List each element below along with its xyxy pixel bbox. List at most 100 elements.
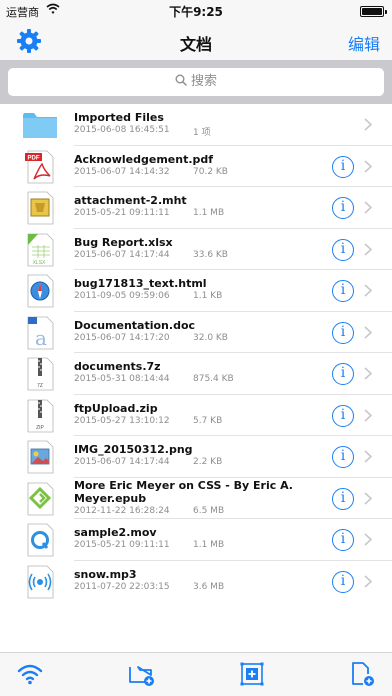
excel-file-icon: XLSX [27, 233, 54, 266]
image-file-icon [27, 440, 54, 474]
file-date: 2011-09-05 09:59:06 [74, 291, 170, 301]
search-bar: 搜索 [0, 60, 392, 104]
info-button[interactable]: i [332, 446, 354, 468]
edit-button[interactable]: 编辑 [348, 31, 380, 55]
svg-text:XLSX: XLSX [33, 260, 46, 266]
chevron-right-icon [364, 574, 372, 588]
list-item-eric-meyer-epub[interactable]: More Eric Meyer on CSS - By Eric A. Meye… [0, 478, 392, 519]
status-bar: 运营商 下午9:25 [0, 0, 392, 22]
info-button[interactable]: i [332, 197, 354, 219]
file-size: 2.2 KB [193, 457, 223, 467]
file-date: 2015-05-21 09:11:11 [74, 208, 170, 218]
file-name: IMG_20150312.png [74, 443, 193, 456]
chevron-right-icon [364, 201, 372, 214]
file-date: 2015-05-27 13:10:12 [74, 415, 170, 426]
file-name: Imported Files [74, 111, 164, 124]
info-button[interactable]: i [332, 280, 354, 302]
list-item-attachment-mht[interactable]: attachment-2.mht 2015-05-21 09:11:11 1.1… [0, 187, 392, 229]
chevron-right-icon [364, 533, 372, 546]
file-name: snow.mp3 [74, 567, 137, 581]
chevron-right-icon [364, 325, 372, 339]
info-button[interactable]: i [332, 238, 354, 261]
list-item-snow-mp3[interactable]: snow.mp3 2011-07-20 22:03:15 3.6 MB i [0, 561, 392, 603]
list-item-documentation-doc[interactable]: a Documentation.doc 2015-06-07 14:17:20 … [0, 312, 392, 353]
info-button[interactable]: i [332, 155, 354, 178]
info-button[interactable]: i [332, 487, 354, 510]
file-name-line-1: More Eric Meyer on CSS - By Eric A. [74, 478, 293, 492]
svg-text:PDF: PDF [28, 155, 40, 161]
file-size: 33.6 KB [193, 249, 228, 260]
file-size: 1.1 MB [193, 540, 225, 550]
info-button[interactable]: i [332, 570, 354, 593]
chevron-right-icon [364, 118, 372, 131]
chevron-right-icon [364, 408, 372, 422]
file-size: 875.4 KB [193, 374, 234, 384]
file-date: 2015-06-07 14:14:32 [74, 166, 170, 177]
list-item-bug-report-xlsx[interactable]: XLSX Bug Report.xlsx 2015-06-07 14:17:44… [0, 229, 392, 270]
list-item-sample2-mov[interactable]: sample2.mov 2015-05-21 09:11:11 1.1 MB i [0, 519, 392, 561]
7z-archive-icon: 7Z [27, 357, 54, 391]
file-size: 6.5 MB [193, 505, 225, 516]
file-date: 2015-06-07 14:17:44 [74, 249, 170, 260]
file-name: attachment-2.mht [74, 194, 187, 207]
file-size: 1.1 MB [193, 208, 225, 218]
status-time: 下午9:25 [169, 5, 223, 19]
file-size: 5.7 KB [193, 415, 223, 426]
file-date: 2015-05-31 08:14:44 [74, 374, 170, 384]
navigation-bar: 文档 编辑 [0, 22, 392, 60]
list-item-ftpupload-zip[interactable]: ZIP ftpUpload.zip 2015-05-27 13:10:12 5.… [0, 395, 392, 436]
file-date: 2015-05-21 09:11:11 [74, 540, 170, 550]
file-date: 2015-06-08 16:45:51 [74, 125, 170, 135]
file-name: Documentation.doc [74, 318, 196, 332]
file-date: 2015-06-07 14:17:20 [74, 332, 170, 343]
file-date: 2012-11-22 16:28:24 [74, 505, 170, 516]
pdf-file-icon: PDF [25, 150, 54, 183]
epub-file-icon [27, 482, 54, 515]
chevron-right-icon [364, 159, 372, 173]
zip-archive-icon: ZIP [27, 399, 54, 432]
file-name: Bug Report.xlsx [74, 235, 173, 249]
bottom-toolbar [0, 652, 392, 696]
search-placeholder: 搜索 [190, 74, 217, 89]
search-input[interactable]: 搜索 [8, 68, 384, 96]
search-icon [175, 74, 187, 86]
chevron-right-icon [364, 367, 372, 380]
list-item-bug171813-html[interactable]: bug171813_text.html 2011-09-05 09:59:06 … [0, 270, 392, 312]
folder-icon [23, 113, 57, 138]
info-button[interactable]: i [332, 321, 354, 344]
file-name: Acknowledgement.pdf [74, 152, 214, 166]
battery-icon [360, 6, 387, 17]
file-size: 3.6 MB [193, 581, 225, 592]
svg-text:7Z: 7Z [37, 383, 43, 389]
info-button[interactable]: i [332, 529, 354, 551]
select-icon[interactable] [238, 661, 266, 687]
list-item-imported-files[interactable]: Imported Files 2015-06-08 16:45:51 1 项 [0, 104, 392, 146]
new-file-icon[interactable] [348, 661, 376, 687]
file-size: 1 项 [193, 128, 211, 138]
file-size: 32.0 KB [193, 332, 228, 343]
info-button[interactable]: i [332, 404, 354, 427]
file-size: 1.1 KB [193, 291, 223, 301]
file-size: 70.2 KB [193, 166, 228, 177]
file-name: ftpUpload.zip [74, 401, 158, 415]
chevron-right-icon [364, 491, 372, 505]
chevron-right-icon [364, 242, 372, 256]
file-date: 2011-07-20 22:03:15 [74, 581, 170, 592]
list-item-acknowledgement-pdf[interactable]: PDF Acknowledgement.pdf 2015-06-07 14:14… [0, 146, 392, 187]
chevron-right-icon [364, 284, 372, 297]
svg-text:ZIP: ZIP [36, 425, 44, 431]
wifi-icon[interactable] [16, 661, 44, 687]
file-name: bug171813_text.html [74, 277, 207, 290]
new-folder-icon[interactable] [127, 661, 155, 687]
svg-text:a: a [35, 326, 47, 350]
list-item-documents-7z[interactable]: 7Z documents.7z 2015-05-31 08:14:44 875.… [0, 353, 392, 395]
chevron-right-icon [364, 450, 372, 463]
info-button[interactable]: i [332, 363, 354, 385]
audio-file-icon [27, 565, 54, 598]
file-name-line-2: Meyer.epub [74, 491, 147, 505]
file-date: 2015-06-07 14:17:44 [74, 457, 170, 467]
html-file-icon [27, 274, 54, 308]
list-item-img-png[interactable]: IMG_20150312.png 2015-06-07 14:17:44 2.2… [0, 436, 392, 478]
word-file-icon: a [27, 316, 54, 350]
web-archive-file-icon [27, 191, 54, 225]
